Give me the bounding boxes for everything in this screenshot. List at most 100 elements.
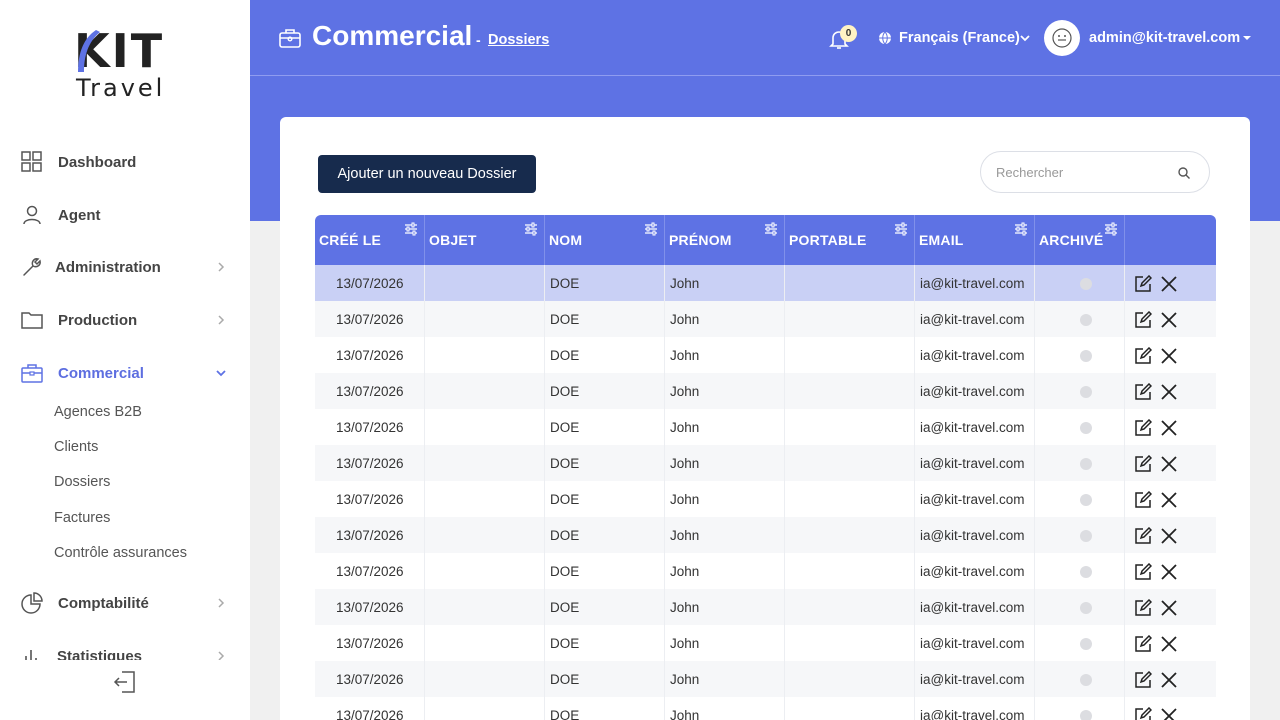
- sidebar-item-dashboard[interactable]: Dashboard: [0, 142, 250, 182]
- filter-sliders-icon[interactable]: [764, 222, 778, 236]
- close-icon[interactable]: [1160, 491, 1178, 509]
- sidebar-item-administration[interactable]: Administration: [0, 247, 250, 287]
- close-icon[interactable]: [1160, 455, 1178, 473]
- cell-value: John: [670, 348, 700, 363]
- sidebar-item-agent[interactable]: Agent: [0, 195, 250, 235]
- edit-icon[interactable]: [1134, 275, 1152, 293]
- table-row[interactable]: 13/07/2026 DOE John ia@kit-travel.com: [315, 625, 1216, 661]
- column-header[interactable]: PRÉNOM: [665, 215, 785, 265]
- sidebar-subitem-clients[interactable]: Clients: [54, 439, 98, 455]
- column-header-label: NOM: [549, 232, 583, 248]
- close-icon[interactable]: [1160, 311, 1178, 329]
- edit-icon[interactable]: [1134, 707, 1152, 720]
- column-header[interactable]: OBJET: [425, 215, 545, 265]
- sidebar-subitem-controle-assurances[interactable]: Contrôle assurances: [54, 545, 187, 561]
- sidebar-item-production[interactable]: Production: [0, 300, 250, 340]
- column-header-label: PORTABLE: [789, 232, 867, 248]
- close-icon[interactable]: [1160, 275, 1178, 293]
- filter-sliders-icon[interactable]: [404, 222, 418, 236]
- table-cell: 13/07/2026: [315, 625, 425, 661]
- breadcrumb-dossiers[interactable]: Dossiers: [488, 32, 549, 48]
- table-cell: 13/07/2026: [315, 697, 425, 720]
- edit-icon[interactable]: [1134, 491, 1152, 509]
- caret-down-icon[interactable]: [1243, 36, 1251, 40]
- language-selector[interactable]: Français (France): [899, 30, 1020, 46]
- table-row[interactable]: 13/07/2026 DOE John ia@kit-travel.com: [315, 481, 1216, 517]
- table-row[interactable]: 13/07/2026 DOE John ia@kit-travel.com: [315, 301, 1216, 337]
- table-cell: 13/07/2026: [315, 661, 425, 697]
- close-icon[interactable]: [1160, 563, 1178, 581]
- close-icon[interactable]: [1160, 671, 1178, 689]
- column-header[interactable]: EMAIL: [915, 215, 1035, 265]
- table-row[interactable]: 13/07/2026 DOE John ia@kit-travel.com: [315, 265, 1216, 301]
- close-icon[interactable]: [1160, 383, 1178, 401]
- archive-cell: [1035, 445, 1125, 481]
- table-row[interactable]: 13/07/2026 DOE John ia@kit-travel.com: [315, 697, 1216, 720]
- table-cell: [785, 409, 915, 445]
- avatar[interactable]: [1044, 20, 1080, 56]
- edit-icon[interactable]: [1134, 347, 1152, 365]
- sidebar-subitem-agences-b2b[interactable]: Agences B2B: [54, 404, 142, 420]
- filter-sliders-icon[interactable]: [644, 222, 658, 236]
- column-header[interactable]: NOM: [545, 215, 665, 265]
- table-row[interactable]: 13/07/2026 DOE John ia@kit-travel.com: [315, 445, 1216, 481]
- column-header[interactable]: PORTABLE: [785, 215, 915, 265]
- archive-cell: [1035, 301, 1125, 337]
- logo-line2: Travel: [76, 74, 166, 102]
- cell-value: John: [670, 564, 700, 579]
- sidebar-subitem-factures[interactable]: Factures: [54, 510, 110, 526]
- cell-value: 13/07/2026: [336, 636, 404, 651]
- add-dossier-button[interactable]: Ajouter un nouveau Dossier: [318, 155, 536, 193]
- sidebar-item-commercial[interactable]: Commercial: [0, 353, 250, 393]
- table-row[interactable]: 13/07/2026 DOE John ia@kit-travel.com: [315, 589, 1216, 625]
- filter-sliders-icon[interactable]: [1104, 222, 1118, 236]
- column-header[interactable]: ARCHIVÉ: [1035, 215, 1125, 265]
- edit-icon[interactable]: [1134, 419, 1152, 437]
- edit-icon[interactable]: [1134, 599, 1152, 617]
- table-cell: John: [665, 553, 785, 589]
- table-cell: 13/07/2026: [315, 373, 425, 409]
- cell-value: 13/07/2026: [336, 708, 404, 720]
- sidebar-subitem-dossiers[interactable]: Dossiers: [54, 474, 110, 490]
- edit-icon[interactable]: [1134, 563, 1152, 581]
- table-row[interactable]: 13/07/2026 DOE John ia@kit-travel.com: [315, 517, 1216, 553]
- column-header-label: PRÉNOM: [669, 232, 732, 248]
- logout-icon[interactable]: [112, 669, 138, 695]
- archive-status-dot: [1080, 278, 1092, 290]
- cell-value: DOE: [550, 456, 580, 471]
- sidebar-item-statistiques[interactable]: Statistiques: [0, 636, 250, 660]
- kit-travel-logo[interactable]: KIT Travel: [74, 28, 178, 102]
- close-icon[interactable]: [1160, 707, 1178, 720]
- close-icon[interactable]: [1160, 419, 1178, 437]
- close-icon[interactable]: [1160, 527, 1178, 545]
- close-icon[interactable]: [1160, 347, 1178, 365]
- edit-icon[interactable]: [1134, 311, 1152, 329]
- table-row[interactable]: 13/07/2026 DOE John ia@kit-travel.com: [315, 661, 1216, 697]
- edit-icon[interactable]: [1134, 455, 1152, 473]
- filter-sliders-icon[interactable]: [894, 222, 908, 236]
- table-row[interactable]: 13/07/2026 DOE John ia@kit-travel.com: [315, 337, 1216, 373]
- archive-cell: [1035, 697, 1125, 720]
- sidebar-item-label: Comptabilité: [58, 594, 149, 612]
- edit-icon[interactable]: [1134, 671, 1152, 689]
- table-row[interactable]: 13/07/2026 DOE John ia@kit-travel.com: [315, 553, 1216, 589]
- search-input[interactable]: [996, 162, 1166, 182]
- table-cell: [425, 337, 545, 373]
- chevron-down-icon[interactable]: [1020, 33, 1030, 43]
- filter-sliders-icon[interactable]: [1014, 222, 1028, 236]
- edit-icon[interactable]: [1134, 527, 1152, 545]
- user-menu[interactable]: admin@kit-travel.com: [1089, 30, 1240, 46]
- close-icon[interactable]: [1160, 599, 1178, 617]
- column-header[interactable]: CRÉÉ LE: [315, 215, 425, 265]
- table-row[interactable]: 13/07/2026 DOE John ia@kit-travel.com: [315, 373, 1216, 409]
- sidebar-item-comptabilite[interactable]: Comptabilité: [0, 583, 250, 623]
- edit-icon[interactable]: [1134, 383, 1152, 401]
- cell-value: ia@kit-travel.com: [920, 384, 1025, 399]
- edit-icon[interactable]: [1134, 635, 1152, 653]
- close-icon[interactable]: [1160, 635, 1178, 653]
- table-cell: 13/07/2026: [315, 553, 425, 589]
- search-icon[interactable]: [1177, 166, 1191, 180]
- archive-status-dot: [1080, 602, 1092, 614]
- filter-sliders-icon[interactable]: [524, 222, 538, 236]
- table-row[interactable]: 13/07/2026 DOE John ia@kit-travel.com: [315, 409, 1216, 445]
